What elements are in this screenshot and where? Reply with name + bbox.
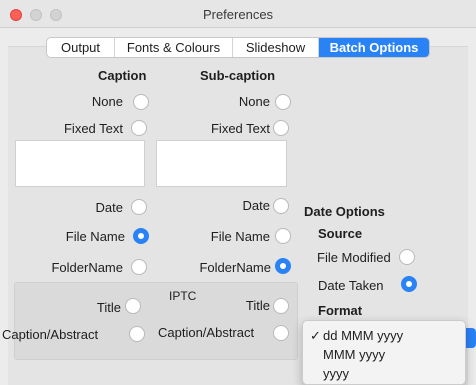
format-option-label: yyyy (323, 366, 349, 381)
window-title: Preferences (202, 7, 274, 22)
tab-slideshow[interactable]: Slideshow (233, 38, 319, 57)
caption-iptc-title-radio[interactable] (125, 298, 141, 314)
caption-date-radio[interactable] (131, 199, 147, 215)
format-option-yyyy[interactable]: yyyy (303, 365, 465, 382)
subcaption-file-name-radio[interactable] (275, 228, 291, 244)
caption-none-radio[interactable] (133, 94, 149, 110)
caption-fixed-text-label: Fixed Text (63, 121, 123, 136)
subcaption-date-radio[interactable] (273, 198, 289, 214)
caption-file-name-radio[interactable] (133, 228, 149, 244)
tab-fonts-colours[interactable]: Fonts & Colours (115, 38, 233, 57)
caption-date-label: Date (95, 200, 123, 215)
caption-file-name-label: File Name (65, 229, 125, 244)
caption-folder-name-label: FolderName (51, 260, 123, 275)
subcaption-date-label: Date (242, 198, 270, 213)
source-file-modified-radio[interactable] (399, 249, 415, 265)
source-file-modified-label: File Modified (317, 250, 391, 265)
tab-output[interactable]: Output (47, 38, 115, 57)
caption-fixed-text-field[interactable] (15, 140, 145, 187)
subcaption-fixed-text-label: Fixed Text (210, 121, 270, 136)
format-option-mmm-yyyy[interactable]: MMM yyyy (303, 346, 465, 363)
subcaption-none-label: None (238, 94, 270, 109)
format-option-label: dd MMM yyyy (323, 328, 404, 343)
iptc-group-box (14, 282, 298, 360)
subcaption-file-name-label: File Name (210, 229, 270, 244)
iptc-heading: IPTC (169, 289, 197, 303)
caption-iptc-title-label: Title (96, 300, 121, 315)
source-date-taken-radio[interactable] (401, 276, 417, 292)
caption-none-label: None (91, 94, 123, 109)
subcaption-iptc-abstract-label: Caption/Abstract (158, 325, 255, 340)
caption-folder-name-radio[interactable] (131, 259, 147, 275)
format-dropdown-menu: ✓ dd MMM yyyy MMM yyyy yyyy (302, 320, 466, 385)
tab-bar: Output Fonts & Colours Slideshow Batch O… (46, 37, 430, 58)
subcaption-folder-name-label: FolderName (199, 260, 271, 275)
checkmark-icon: ✓ (310, 328, 321, 343)
subcaption-iptc-abstract-radio[interactable] (273, 325, 289, 341)
subcaption-heading: Sub-caption (200, 68, 276, 83)
format-heading: Format (318, 303, 363, 318)
subcaption-iptc-title-radio[interactable] (273, 298, 289, 314)
source-heading: Source (318, 226, 363, 241)
subcaption-iptc-title-label: Title (245, 298, 270, 313)
subcaption-folder-name-radio[interactable] (275, 258, 291, 274)
caption-heading: Caption (98, 68, 147, 83)
title-bar: Preferences (0, 0, 476, 28)
tab-batch-options[interactable]: Batch Options (319, 38, 429, 57)
source-date-taken-label: Date Taken (318, 278, 384, 293)
caption-iptc-abstract-label: Caption/Abstract (2, 327, 99, 342)
subcaption-none-radio[interactable] (275, 94, 291, 110)
caption-fixed-text-radio[interactable] (131, 120, 147, 136)
date-options-heading: Date Options (304, 204, 385, 219)
format-option-label: MMM yyyy (323, 347, 386, 362)
subcaption-fixed-text-field[interactable] (156, 140, 287, 187)
format-option-dd-mmm-yyyy[interactable]: ✓ dd MMM yyyy (303, 327, 465, 344)
subcaption-fixed-text-radio[interactable] (273, 120, 289, 136)
caption-iptc-abstract-radio[interactable] (129, 326, 145, 342)
